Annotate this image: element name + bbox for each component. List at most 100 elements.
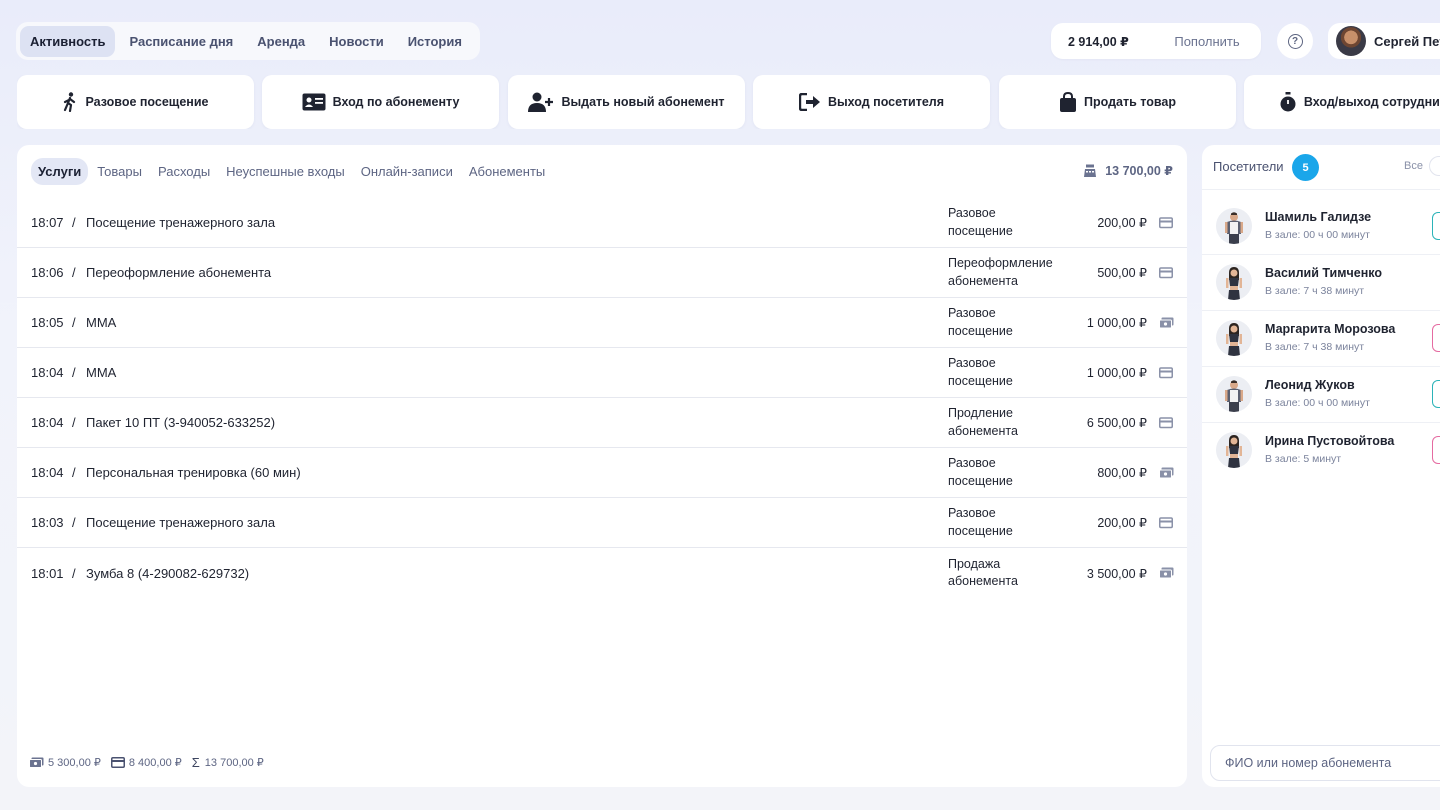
row-service-name: Посещение тренажерного зала	[86, 515, 276, 530]
row-operation-type: Разовое посещение	[948, 205, 1068, 240]
table-row[interactable]: 18:04 / Персональная тренировка (60 мин) Ра…	[17, 448, 1187, 498]
row-separator: /	[72, 215, 76, 230]
visitors-filter-toggle[interactable]	[1429, 156, 1440, 176]
row-operation-type-line1: Разовое	[948, 356, 996, 370]
row-time: 18:03	[31, 515, 64, 530]
visitor-status-tag[interactable]	[1432, 212, 1440, 240]
visitor-exit-button[interactable]: Выход посетителя	[753, 75, 990, 129]
staff-entry-exit-button[interactable]: Вход/выход сотрудник	[1244, 75, 1440, 129]
row-operation-type-line2: посещение	[948, 473, 1013, 488]
sell-product-button[interactable]: Продать товар	[999, 75, 1236, 129]
row-price: 800,00 ₽	[1097, 466, 1147, 480]
row-operation-type-line2: абонемента	[948, 273, 1018, 288]
cash-total: 5 300,00 ₽	[29, 756, 101, 769]
visitor-name: Леонид Жуков	[1265, 378, 1355, 392]
visitor-item[interactable]: Леонид Жуков В зале: 00 ч 00 минут	[1202, 367, 1440, 423]
visitor-item[interactable]: Маргарита Морозова В зале: 7 ч 38 минут	[1202, 311, 1440, 367]
stopwatch-icon	[1280, 92, 1296, 112]
topup-button[interactable]: Пополнить	[1153, 34, 1261, 49]
table-row[interactable]: 18:07 / Посещение тренажерного зала Разовое…	[17, 198, 1187, 248]
row-time: 18:05	[31, 315, 64, 330]
tab-news[interactable]: Новости	[319, 26, 394, 57]
table-row[interactable]: 18:06/Переоформление абонемента Переоформ…	[17, 248, 1187, 298]
shopping-bag-icon	[1060, 92, 1077, 112]
tab-products[interactable]: Товары	[90, 158, 149, 185]
visitor-status-tag[interactable]	[1432, 436, 1440, 464]
row-service-name: Зумба 8 (4-290082-629732)	[86, 565, 250, 581]
staff-entry-exit-label: Вход/выход сотрудник	[1303, 95, 1440, 109]
visitors-panel: Посетители 5 Все Шамиль Галидзе В зале: 0…	[1202, 145, 1440, 787]
tab-failed-entries[interactable]: Неуспешные входы	[219, 158, 352, 185]
row-operation-type-line2: посещение	[948, 523, 1013, 538]
tab-day-schedule[interactable]: Расписание дня	[119, 26, 243, 57]
table-row[interactable]: 18:03 / Посещение тренажерного зала Разовое…	[17, 498, 1187, 548]
credit-card-icon	[1159, 516, 1173, 530]
row-time: 18:06	[31, 265, 64, 280]
visitor-status-tag[interactable]	[1432, 380, 1440, 408]
credit-card-icon	[1159, 416, 1173, 430]
single-visit-label: Разовое посещение	[85, 95, 209, 109]
row-price: 200,00 ₽	[1097, 516, 1147, 530]
visitors-count-badge: 5	[1292, 154, 1319, 181]
row-operation-type: Разовое посещение	[948, 305, 1068, 340]
table-row[interactable]: 18:04 / ММА Разовое посещение 1 000,00 ₽	[17, 348, 1187, 398]
credit-card-icon	[110, 757, 125, 768]
visitor-exit-label: Выход посетителя	[827, 95, 945, 109]
id-card-icon	[302, 93, 326, 111]
row-operation-type-line1: Переоформление	[948, 256, 1053, 270]
visitors-filter-label: Все	[1404, 160, 1423, 172]
table-row[interactable]: 18:01 / Зумба 8 (4-290082-629732) Продажа аб…	[17, 548, 1187, 598]
row-separator: /	[72, 465, 76, 480]
visitors-title: Посетители	[1213, 159, 1284, 174]
tab-memberships[interactable]: Абонементы	[462, 158, 552, 185]
visitor-name: Василий Тимченко	[1265, 266, 1382, 280]
sign-out-icon	[798, 93, 820, 111]
row-separator: /	[72, 315, 76, 330]
tab-rent[interactable]: Аренда	[247, 26, 315, 57]
table-row[interactable]: 18:04 / Пакет 10 ПТ (3-940052-633252) Продл…	[17, 398, 1187, 448]
tab-expenses[interactable]: Расходы	[151, 158, 217, 185]
operations-list: 18:07 / Посещение тренажерного зала Разовое…	[17, 198, 1187, 598]
visitor-time-in-gym: В зале: 00 ч 00 минут	[1265, 229, 1370, 241]
divider	[1202, 189, 1440, 190]
avatar	[1336, 26, 1366, 56]
row-operation-type-line1: Разовое	[948, 306, 996, 320]
help-button[interactable]: ?	[1277, 23, 1313, 59]
card-total-value: 8 400,00 ₽	[128, 757, 182, 769]
visitor-name: Ирина Пустовойтова	[1265, 434, 1395, 448]
visitor-item[interactable]: Шамиль Галидзе В зале: 00 ч 00 минут	[1202, 199, 1440, 255]
row-operation-type: Разовое посещение	[948, 505, 1068, 540]
visitor-status-tag[interactable]	[1432, 324, 1440, 352]
row-service-name: Посещение тренажерного зала	[86, 215, 276, 230]
visitor-item[interactable]: Василий Тимченко В зале: 7 ч 38 минут	[1202, 255, 1440, 311]
main-nav-tabs: Активность Расписание дня Аренда Новости…	[16, 22, 480, 60]
row-operation-type: Переоформление абонемента	[948, 255, 1068, 290]
total-amount-value: 13 700,00 ₽	[1105, 164, 1173, 178]
issue-membership-button[interactable]: Выдать новый абонемент	[508, 75, 745, 129]
tab-online-bookings[interactable]: Онлайн-записи	[354, 158, 460, 185]
row-price: 500,00 ₽	[1097, 266, 1147, 280]
membership-entry-button[interactable]: Вход по абонементу	[262, 75, 499, 129]
quick-actions: Разовое посещение Вход по абонементу Выд…	[17, 75, 1440, 129]
row-price: 200,00 ₽	[1097, 216, 1147, 230]
visitor-search-input[interactable]	[1210, 745, 1440, 781]
row-time: 18:04	[31, 365, 64, 380]
visitor-time-in-gym: В зале: 7 ч 38 минут	[1265, 341, 1365, 353]
sum-total: Σ 13 700,00 ₽	[192, 755, 264, 770]
row-time: 18:01	[31, 565, 64, 581]
tab-services[interactable]: Услуги	[31, 158, 89, 185]
male-avatar	[1216, 376, 1252, 412]
operations-tabs: Услуги Товары Расходы Неуспешные входы О…	[31, 158, 554, 185]
row-operation-type-line1: Разовое	[948, 206, 996, 220]
row-operation-type: Продление абонемента	[948, 405, 1068, 440]
table-row[interactable]: 18:05 / ММА Разовое посещение 1 000,00 ₽	[17, 298, 1187, 348]
tab-activity[interactable]: Активность	[20, 25, 116, 57]
membership-entry-label: Вход по абонементу	[332, 95, 460, 109]
sum-total-value: 13 700,00 ₽	[204, 757, 264, 769]
credit-card-icon	[1159, 216, 1173, 230]
issue-membership-label: Выдать новый абонемент	[561, 95, 725, 109]
visitor-item[interactable]: Ирина Пустовойтова В зале: 5 минут	[1202, 423, 1440, 479]
user-menu[interactable]: Сергей Пет	[1328, 23, 1440, 59]
single-visit-button[interactable]: Разовое посещение	[17, 75, 254, 129]
tab-history[interactable]: История	[398, 26, 472, 57]
